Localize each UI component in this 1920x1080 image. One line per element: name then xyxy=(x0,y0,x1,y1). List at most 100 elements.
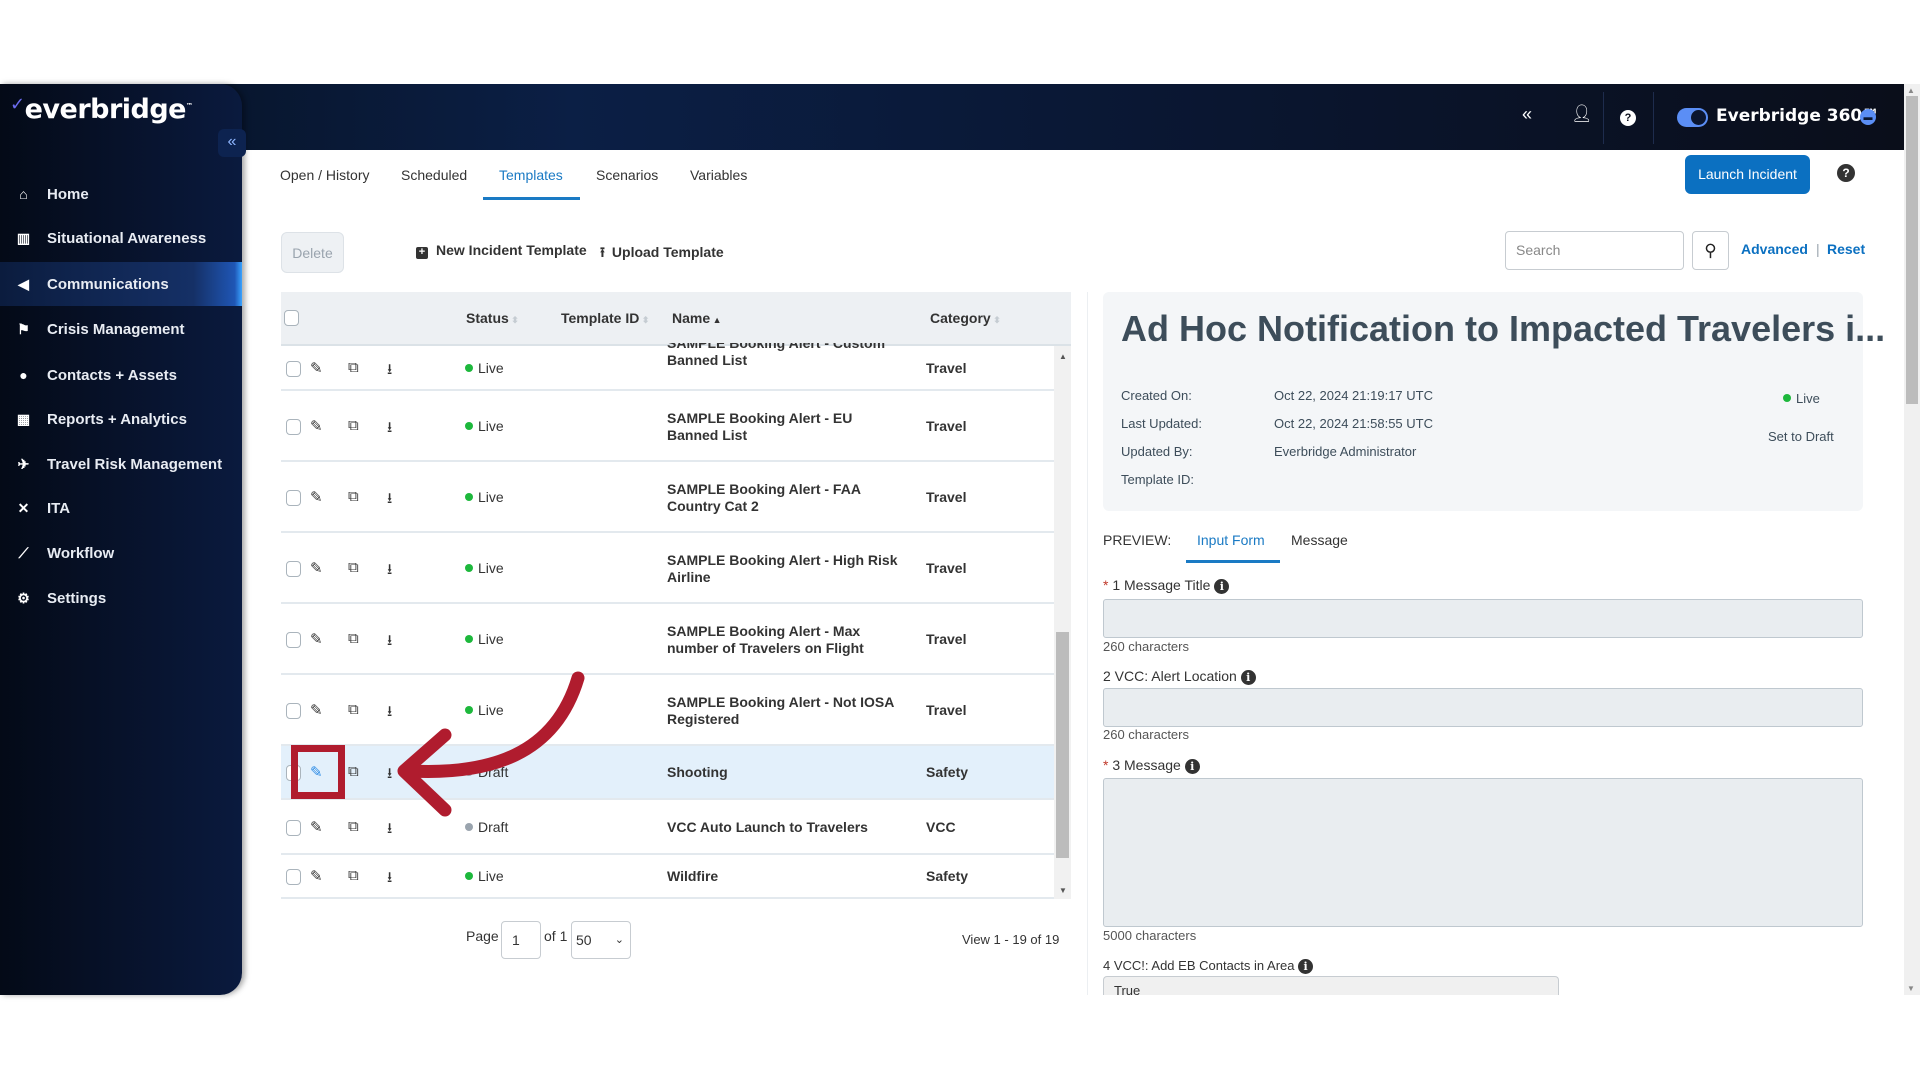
copy-icon[interactable]: ⧉ xyxy=(348,630,359,647)
delete-button[interactable]: Delete xyxy=(281,232,344,273)
copy-icon[interactable]: ⧉ xyxy=(348,701,359,718)
row-checkbox[interactable] xyxy=(286,702,301,719)
row-name[interactable]: Wildfire xyxy=(667,868,907,885)
download-icon[interactable]: ⭳ xyxy=(387,359,392,384)
tab-templates[interactable]: Templates xyxy=(499,167,563,183)
edit-pencil-icon[interactable]: ✎ xyxy=(310,417,323,435)
download-icon[interactable]: ⭳ xyxy=(387,417,392,442)
reset-link[interactable]: Reset xyxy=(1827,241,1865,257)
row-checkbox[interactable] xyxy=(286,360,301,377)
everbridge-360-toggle[interactable] xyxy=(1677,108,1708,127)
row-checkbox[interactable] xyxy=(286,869,301,885)
tab-variables[interactable]: Variables xyxy=(690,167,747,183)
field-label-text: 4 VCC!: Add EB Contacts in Area xyxy=(1103,958,1295,973)
sidebar-item-situational-awareness[interactable]: ▥ Situational Awareness xyxy=(0,216,242,260)
sidebar-item-crisis-management[interactable]: ⚑ Crisis Management xyxy=(0,307,242,351)
tab-scheduled[interactable]: Scheduled xyxy=(401,167,467,183)
row-name[interactable]: SAMPLE Booking Alert - High Risk Airline xyxy=(667,552,907,586)
sidebar-item-workflow[interactable]: ⟋ Workflow xyxy=(0,531,242,575)
page-number-input[interactable]: 1 xyxy=(501,921,541,959)
download-icon[interactable]: ⭳ xyxy=(387,818,392,843)
message-textarea[interactable] xyxy=(1103,778,1863,927)
message-title-input[interactable] xyxy=(1103,599,1863,638)
new-incident-template-button[interactable]: + New Incident Template xyxy=(416,242,587,259)
edit-pencil-icon[interactable]: ✎ xyxy=(310,701,323,719)
row-checkbox[interactable] xyxy=(286,560,301,577)
sidebar-item-home[interactable]: ⌂ Home xyxy=(0,172,242,216)
row-name[interactable]: SAMPLE Booking Alert - FAA Country Cat 2 xyxy=(667,481,907,515)
select-all-checkbox[interactable] xyxy=(284,310,299,326)
row-name[interactable]: SAMPLE Booking Alert - EU Banned List xyxy=(667,410,907,444)
chat-icon[interactable]: ▬ xyxy=(1860,109,1876,125)
collapse-all-icon[interactable]: « xyxy=(1522,104,1532,125)
column-name[interactable]: Name ▲ xyxy=(672,310,722,326)
row-name[interactable]: SAMPLE Booking Alert - Max number of Tra… xyxy=(667,623,907,657)
column-category[interactable]: Category ⬍ xyxy=(930,310,1001,326)
template-title: Ad Hoc Notification to Impacted Traveler… xyxy=(1121,308,1886,349)
table-scrollbar-thumb[interactable] xyxy=(1056,632,1069,858)
download-icon[interactable]: ⭳ xyxy=(387,559,392,584)
help-icon[interactable]: ? xyxy=(1837,164,1855,182)
sidebar-item-travel-risk-management[interactable]: ✈ Travel Risk Management xyxy=(0,442,242,486)
search-button[interactable]: ⚲ xyxy=(1692,231,1729,270)
tab-message[interactable]: Message xyxy=(1291,532,1348,548)
copy-icon[interactable]: ⧉ xyxy=(348,559,359,576)
download-icon[interactable]: ⭳ xyxy=(387,488,392,513)
copy-icon[interactable]: ⧉ xyxy=(348,818,359,835)
row-checkbox[interactable] xyxy=(286,819,301,836)
row-name[interactable]: VCC Auto Launch to Travelers xyxy=(667,819,907,836)
row-checkbox[interactable] xyxy=(286,489,301,506)
page-scrollbar-thumb[interactable] xyxy=(1906,96,1918,404)
row-checkbox[interactable] xyxy=(286,631,301,648)
search-input[interactable]: Search xyxy=(1505,231,1684,270)
tab-input-form[interactable]: Input Form xyxy=(1197,532,1265,548)
edit-pencil-icon[interactable]: ✎ xyxy=(310,818,323,836)
scroll-up-icon[interactable]: ▲ xyxy=(1907,86,1915,95)
sidebar-item-contacts-assets[interactable]: ● Contacts + Assets xyxy=(0,353,242,397)
upload-template-button[interactable]: ⭱ Upload Template xyxy=(600,242,724,266)
scroll-down-icon[interactable]: ▼ xyxy=(1907,984,1915,993)
sidebar-item-reports-analytics[interactable]: ▦ Reports + Analytics xyxy=(0,397,242,441)
sidebar-item-communications[interactable]: ◀ Communications xyxy=(0,262,242,306)
sidebar-item-ita[interactable]: ✕ ITA xyxy=(0,486,242,530)
page-size-select[interactable]: 50 ⌄ xyxy=(571,921,631,959)
column-status[interactable]: Status ⬍ xyxy=(466,310,519,326)
info-icon[interactable]: i xyxy=(1214,579,1230,594)
edit-pencil-icon[interactable]: ✎ xyxy=(310,630,323,648)
scroll-down-icon[interactable]: ▼ xyxy=(1059,886,1067,895)
set-to-draft-button[interactable]: Set to Draft xyxy=(1768,429,1834,444)
tab-open-history[interactable]: Open / History xyxy=(280,167,369,183)
edit-pencil-icon[interactable]: ✎ xyxy=(310,867,323,885)
user-icon[interactable]: 👤︎ xyxy=(1571,104,1593,124)
copy-icon[interactable]: ⧉ xyxy=(348,488,359,505)
collapse-sidebar-button[interactable]: « xyxy=(218,129,246,157)
info-icon[interactable]: i xyxy=(1240,670,1256,685)
info-icon[interactable]: i xyxy=(1184,759,1200,774)
copy-icon[interactable]: ⧉ xyxy=(348,359,359,376)
copy-icon[interactable]: ⧉ xyxy=(348,417,359,434)
edit-pencil-icon[interactable]: ✎ xyxy=(310,359,323,377)
everbridge-logo[interactable]: ✓everbridge™ xyxy=(10,94,193,125)
help-icon[interactable]: ? xyxy=(1620,110,1636,126)
launch-incident-button[interactable]: Launch Incident xyxy=(1685,155,1810,194)
edit-pencil-icon[interactable]: ✎ xyxy=(310,488,323,506)
add-contacts-select[interactable]: True xyxy=(1103,976,1559,995)
info-icon[interactable]: i xyxy=(1298,959,1314,974)
row-checkbox[interactable] xyxy=(286,418,301,435)
download-icon[interactable]: ⭳ xyxy=(387,630,392,655)
page-scrollbar[interactable]: ▲ ▼ xyxy=(1904,84,1920,995)
row-name[interactable]: SAMPLE Booking Alert - Not IOSA Register… xyxy=(667,694,907,728)
advanced-link[interactable]: Advanced xyxy=(1741,241,1808,257)
alert-location-input[interactable] xyxy=(1103,688,1863,727)
field-label-text: 3 Message xyxy=(1112,757,1181,773)
download-icon[interactable]: ⭳ xyxy=(387,867,392,892)
table-scrollbar[interactable]: ▲ ▼ xyxy=(1054,346,1071,899)
scroll-up-icon[interactable]: ▲ xyxy=(1059,352,1067,361)
edit-pencil-icon[interactable]: ✎ xyxy=(310,559,323,577)
tab-scenarios[interactable]: Scenarios xyxy=(596,167,658,183)
row-name[interactable]: Shooting xyxy=(667,764,907,781)
copy-icon[interactable]: ⧉ xyxy=(348,867,359,884)
copy-icon[interactable]: ⧉ xyxy=(348,763,359,780)
sidebar-item-settings[interactable]: ⚙ Settings xyxy=(0,576,242,620)
column-template-id[interactable]: Template ID ⬍ xyxy=(561,310,649,326)
